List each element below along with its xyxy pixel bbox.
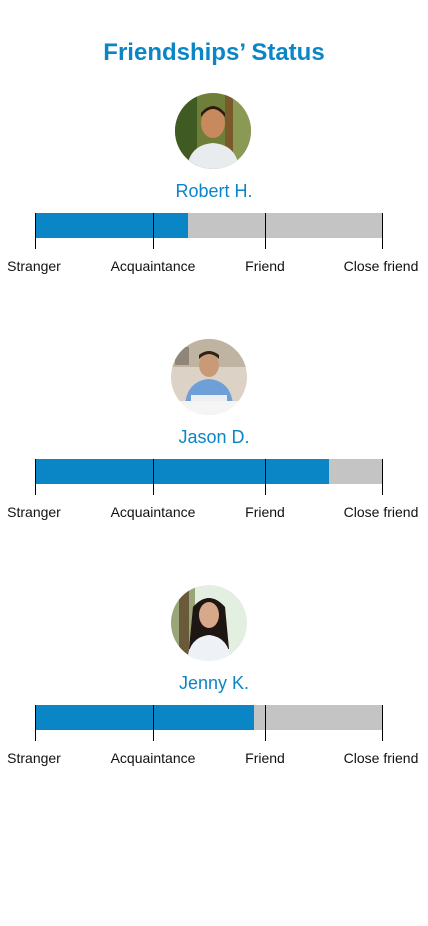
stage-tick bbox=[153, 459, 154, 495]
friendship-progress-bar bbox=[35, 213, 382, 238]
stage-label-stranger: Stranger bbox=[7, 258, 61, 274]
stage-label-friend: Friend bbox=[245, 258, 285, 274]
avatar bbox=[175, 93, 251, 169]
stage-tick bbox=[35, 459, 36, 495]
stage-label-close-friend: Close friend bbox=[343, 258, 419, 274]
progress-fill bbox=[35, 459, 329, 484]
stage-tick bbox=[265, 213, 266, 249]
stage-tick bbox=[382, 705, 383, 741]
stage-tick bbox=[382, 213, 383, 249]
stage-label-acquaintance: Acquaintance bbox=[110, 504, 196, 520]
stage-label-stranger: Stranger bbox=[7, 504, 61, 520]
friendship-progress-bar bbox=[35, 705, 382, 730]
stage-tick bbox=[35, 705, 36, 741]
friend-name: Robert H. bbox=[175, 181, 253, 201]
stage-tick bbox=[265, 459, 266, 495]
stage-label-stranger: Stranger bbox=[7, 750, 61, 766]
stage-tick bbox=[265, 705, 266, 741]
stage-tick bbox=[382, 459, 383, 495]
friend-name: Jenny K. bbox=[178, 673, 250, 693]
stage-tick bbox=[35, 213, 36, 249]
friend-card: Jason D. Stranger Acquaintance Friend Cl… bbox=[0, 339, 428, 539]
stage-label-friend: Friend bbox=[245, 504, 285, 520]
progress-fill bbox=[35, 705, 254, 730]
avatar bbox=[171, 585, 247, 661]
stage-tick bbox=[153, 213, 154, 249]
friendship-progress-bar bbox=[35, 459, 382, 484]
stage-label-friend: Friend bbox=[245, 750, 285, 766]
avatar bbox=[171, 339, 247, 415]
stage-label-acquaintance: Acquaintance bbox=[110, 258, 196, 274]
stage-label-close-friend: Close friend bbox=[343, 504, 419, 520]
friend-card: Robert H. Stranger Acquaintance Friend C… bbox=[0, 93, 428, 293]
stage-label-close-friend: Close friend bbox=[343, 750, 419, 766]
page-title: Friendships’ Status bbox=[103, 39, 325, 66]
friend-card: Jenny K. Stranger Acquaintance Friend Cl… bbox=[0, 585, 428, 785]
stage-label-acquaintance: Acquaintance bbox=[110, 750, 196, 766]
friend-name: Jason D. bbox=[178, 427, 250, 447]
stage-tick bbox=[153, 705, 154, 741]
progress-fill bbox=[35, 213, 188, 238]
